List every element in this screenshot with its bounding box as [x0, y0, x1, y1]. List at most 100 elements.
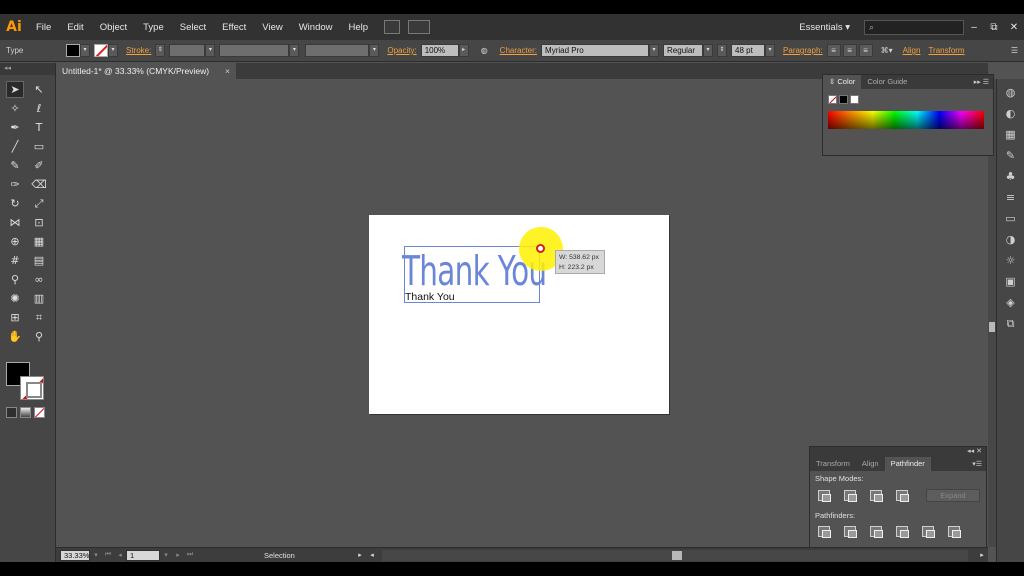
- white-swatch[interactable]: [850, 95, 859, 104]
- last-artboard-icon[interactable]: ⏭: [184, 551, 196, 559]
- artboard[interactable]: Thank You Thank You W: 538.62 px H: 223.…: [369, 215, 669, 414]
- minimize-button[interactable]: –: [964, 22, 984, 33]
- eraser-tool-icon[interactable]: ⌫: [30, 176, 48, 193]
- paintbrush-tool-icon[interactable]: ✎: [6, 157, 24, 174]
- gradient-panel-icon[interactable]: ▭: [1003, 212, 1019, 226]
- selection-tool-icon[interactable]: ➤: [6, 81, 24, 98]
- close-tab-icon[interactable]: ×: [225, 63, 230, 79]
- layers-icon[interactable]: ◈: [1003, 296, 1019, 310]
- color-spectrum[interactable]: [828, 111, 984, 129]
- minus-front-icon[interactable]: [844, 490, 857, 502]
- align-right-icon[interactable]: ≡: [858, 44, 873, 57]
- expand-button[interactable]: Expand: [926, 489, 980, 502]
- menu-file[interactable]: File: [28, 22, 59, 33]
- scale-tool-icon[interactable]: ⤢: [30, 195, 48, 212]
- fill-stroke-widget[interactable]: [4, 360, 48, 404]
- stroke-panel-icon[interactable]: ≡: [1003, 191, 1019, 205]
- stroke-link[interactable]: Stroke:: [126, 46, 151, 55]
- tab-align[interactable]: Align: [856, 457, 885, 471]
- menu-view[interactable]: View: [254, 22, 290, 33]
- tab-color[interactable]: ⇳ Color: [823, 75, 862, 89]
- font-size-dropdown[interactable]: ▾: [765, 44, 776, 57]
- subline-text[interactable]: Thank You: [405, 291, 455, 303]
- pencil-tool-icon[interactable]: ✐: [30, 157, 48, 174]
- menu-edit[interactable]: Edit: [59, 22, 91, 33]
- intersect-icon[interactable]: [870, 490, 883, 502]
- none-swatch[interactable]: [828, 95, 837, 104]
- font-size-stepper[interactable]: ⇕: [717, 44, 728, 57]
- stroke-weight-stepper[interactable]: ⇕: [155, 44, 166, 57]
- scroll-right-icon[interactable]: ▸: [976, 551, 988, 559]
- menu-type[interactable]: Type: [135, 22, 172, 33]
- opacity-link[interactable]: Opacity:: [387, 46, 416, 55]
- rotate-tool-icon[interactable]: ↻: [6, 195, 24, 212]
- stroke-color-dropdown[interactable]: ▾: [108, 44, 118, 57]
- status-menu-icon[interactable]: ▸: [354, 551, 366, 559]
- swatches-icon[interactable]: ▦: [1003, 128, 1019, 142]
- magic-wand-tool-icon[interactable]: ✧: [6, 100, 24, 117]
- font-style-dropdown[interactable]: ▾: [703, 44, 714, 57]
- bridge-icon[interactable]: [384, 20, 401, 34]
- tab-color-guide[interactable]: Color Guide: [861, 75, 913, 89]
- zoom-dropdown-icon[interactable]: ▾: [90, 551, 102, 559]
- direct-selection-tool-icon[interactable]: ↖: [30, 81, 48, 98]
- artboards-icon[interactable]: ⧉: [1003, 317, 1019, 331]
- divide-icon[interactable]: [818, 526, 831, 538]
- brush-definition[interactable]: [305, 44, 370, 57]
- align-left-icon[interactable]: ≡: [826, 44, 841, 57]
- stroke-swatch[interactable]: [94, 44, 108, 57]
- symbols-icon[interactable]: ♣: [1003, 170, 1019, 184]
- horizontal-scroll-thumb[interactable]: [672, 550, 682, 560]
- character-link[interactable]: Character:: [500, 46, 537, 55]
- merge-icon[interactable]: [870, 526, 883, 538]
- gradient-mode-icon[interactable]: [20, 407, 31, 418]
- horizontal-scrollbar[interactable]: [382, 549, 968, 561]
- font-size-field[interactable]: 48 pt: [731, 44, 766, 57]
- paragraph-link[interactable]: Paragraph:: [783, 46, 823, 55]
- none-mode-icon[interactable]: [34, 407, 45, 418]
- font-family-field[interactable]: Myriad Pro: [541, 44, 650, 57]
- variable-width-profile[interactable]: [219, 44, 290, 57]
- exclude-icon[interactable]: [896, 490, 909, 502]
- envelope-warp-icon[interactable]: ⌘▾: [881, 46, 893, 55]
- trim-icon[interactable]: [844, 526, 857, 538]
- pen-tool-icon[interactable]: ✒: [6, 119, 24, 136]
- artboard-tool-icon[interactable]: ⊞: [6, 309, 24, 326]
- brush-definition-dropdown[interactable]: ▾: [369, 44, 380, 57]
- blob-brush-tool-icon[interactable]: ✑: [6, 176, 24, 193]
- lasso-tool-icon[interactable]: ℓ: [30, 100, 48, 117]
- column-graph-tool-icon[interactable]: ▥: [30, 290, 48, 307]
- previous-artboard-icon[interactable]: ◂: [114, 551, 126, 559]
- gradient-tool-icon[interactable]: ▤: [30, 252, 48, 269]
- color-panel-menu-icon[interactable]: ▸▸ ☰: [970, 78, 993, 86]
- unite-icon[interactable]: [818, 490, 831, 502]
- mesh-tool-icon[interactable]: #: [6, 252, 24, 269]
- menu-effect[interactable]: Effect: [214, 22, 254, 33]
- outline-icon[interactable]: [922, 526, 935, 538]
- stroke-weight-field[interactable]: [169, 44, 206, 57]
- slice-tool-icon[interactable]: ⌗: [30, 309, 48, 326]
- font-family-dropdown[interactable]: ▾: [649, 44, 660, 57]
- close-window-button[interactable]: ✕: [1004, 22, 1024, 33]
- workspace-switcher[interactable]: Essentials ▾: [799, 22, 850, 33]
- tools-panel-header[interactable]: ◂◂: [0, 63, 55, 75]
- variable-width-dropdown[interactable]: ▾: [289, 44, 300, 57]
- shape-builder-tool-icon[interactable]: ⊕: [6, 233, 24, 250]
- menu-help[interactable]: Help: [341, 22, 377, 33]
- next-artboard-icon[interactable]: ▸: [172, 551, 184, 559]
- color-guide-icon[interactable]: ◐: [1003, 107, 1019, 121]
- menu-object[interactable]: Object: [92, 22, 135, 33]
- zoom-tool-icon[interactable]: ⚲: [30, 328, 48, 345]
- opacity-field[interactable]: 100%: [420, 44, 459, 57]
- eyedropper-tool-icon[interactable]: ⚲: [6, 271, 24, 288]
- brushes-icon[interactable]: ✎: [1003, 149, 1019, 163]
- width-tool-icon[interactable]: ⋈: [6, 214, 24, 231]
- recolor-icon[interactable]: ◍: [481, 46, 488, 55]
- document-tab[interactable]: Untitled-1* @ 33.33% (CMYK/Preview) ×: [56, 63, 236, 79]
- pathfinder-menu-icon[interactable]: ▾☰: [968, 460, 986, 468]
- control-panel-menu-icon[interactable]: ☰: [1011, 46, 1018, 55]
- help-search-input[interactable]: ⌕: [864, 19, 964, 35]
- zoom-field[interactable]: 33.33%: [60, 549, 90, 561]
- line-tool-icon[interactable]: ╱: [6, 138, 24, 155]
- artboard-dropdown-icon[interactable]: ▾: [160, 551, 172, 559]
